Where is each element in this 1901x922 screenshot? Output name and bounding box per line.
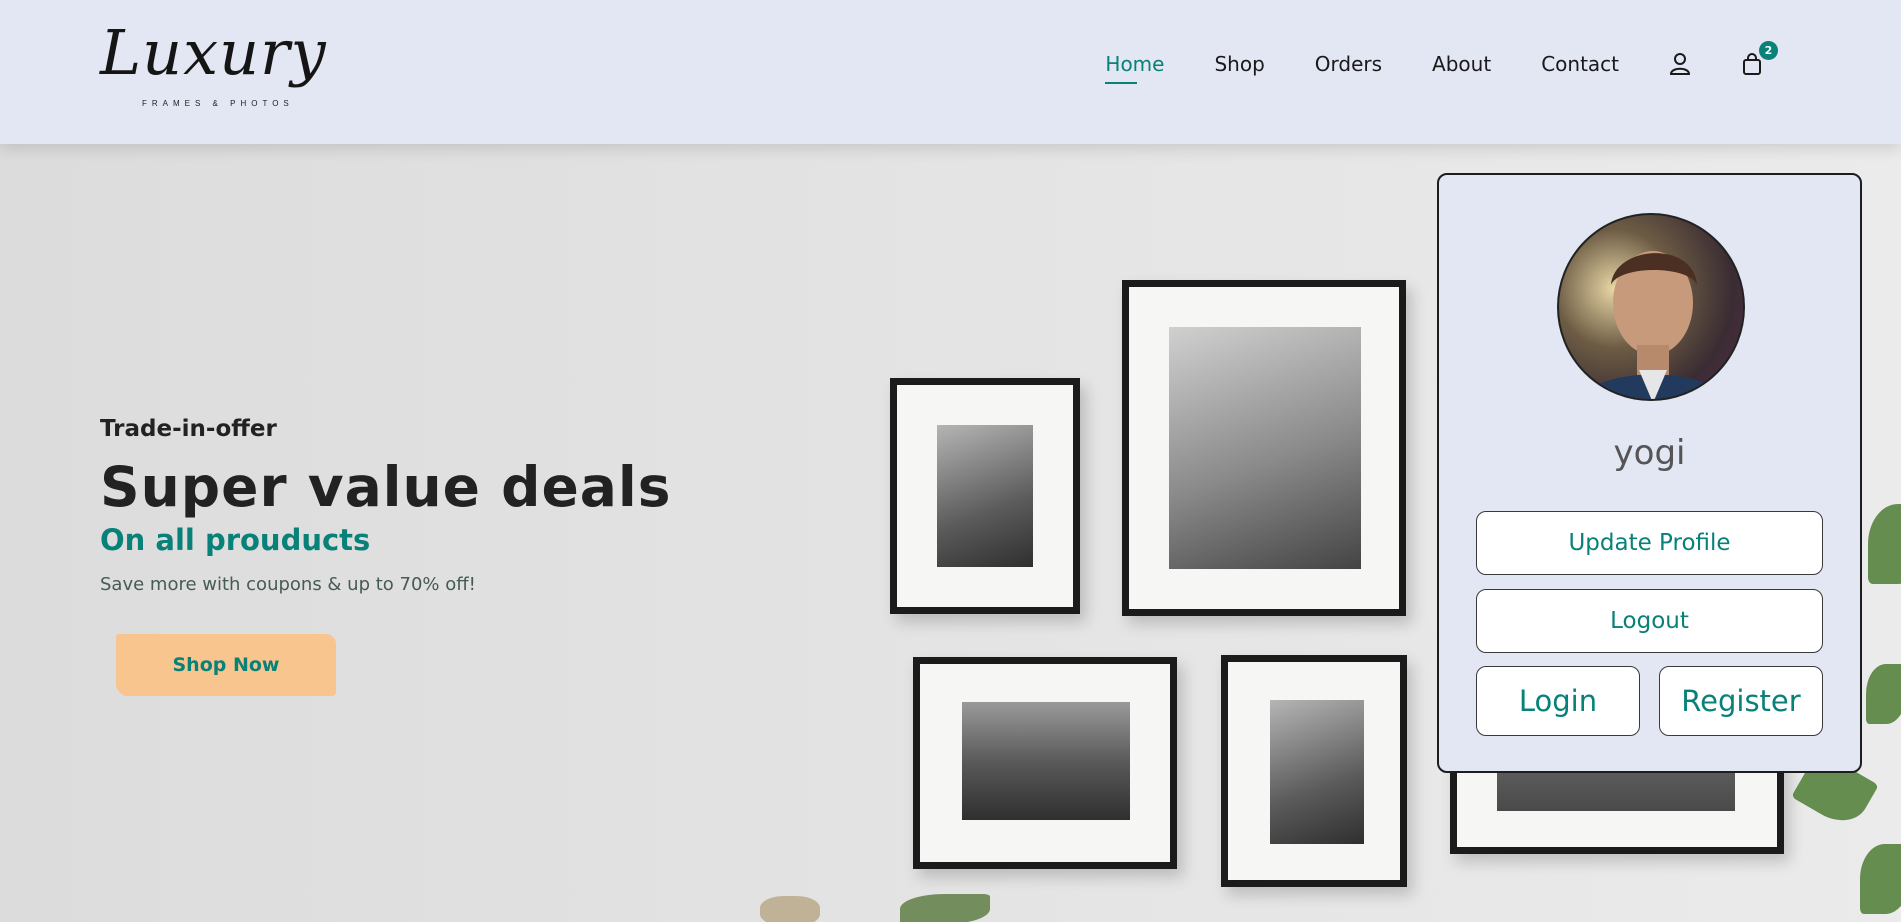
hero-content: Trade-in-offer Super value deals On all … bbox=[100, 416, 672, 696]
cart-count-badge: 2 bbox=[1759, 41, 1778, 60]
login-button[interactable]: Login bbox=[1476, 666, 1640, 736]
frame-child bbox=[1221, 655, 1407, 887]
hero-title: Super value deals bbox=[100, 455, 672, 519]
brand-logo[interactable]: Luxury FRAMES & PHOTOS bbox=[100, 22, 326, 117]
update-profile-button[interactable]: Update Profile bbox=[1476, 511, 1823, 575]
hero-subtitle: On all prouducts bbox=[100, 523, 371, 557]
plant-sprig bbox=[760, 896, 820, 922]
profile-dropdown-card: yogi Update Profile Logout Login Registe… bbox=[1437, 173, 1862, 773]
logout-button[interactable]: Logout bbox=[1476, 589, 1823, 653]
main-nav: Home Shop Orders About Contact 2 bbox=[1055, 41, 1778, 84]
user-icon[interactable] bbox=[1669, 52, 1691, 76]
plant-leaf bbox=[1860, 844, 1901, 914]
shopping-bag-icon[interactable]: 2 bbox=[1741, 41, 1778, 76]
logo-script-text: Luxury bbox=[100, 16, 327, 89]
avatar bbox=[1557, 213, 1745, 401]
plant-sprig bbox=[900, 894, 990, 922]
frame-girl bbox=[1122, 280, 1406, 616]
nav-about[interactable]: About bbox=[1432, 52, 1491, 76]
plant-leaf bbox=[1868, 504, 1901, 584]
nav-contact[interactable]: Contact bbox=[1541, 52, 1619, 76]
profile-username: yogi bbox=[1613, 433, 1686, 473]
frame-mother-baby bbox=[890, 378, 1080, 614]
shop-now-button[interactable]: Shop Now bbox=[116, 634, 336, 696]
nav-shop[interactable]: Shop bbox=[1214, 52, 1264, 76]
nav-orders[interactable]: Orders bbox=[1315, 52, 1382, 76]
plant-leaf bbox=[1866, 664, 1901, 724]
frame-boat bbox=[913, 657, 1177, 869]
logo-subtext: FRAMES & PHOTOS bbox=[142, 99, 294, 108]
hero-description: Save more with coupons & up to 70% off! bbox=[100, 574, 476, 595]
hero-eyebrow: Trade-in-offer bbox=[100, 416, 277, 442]
register-button[interactable]: Register bbox=[1659, 666, 1823, 736]
nav-home[interactable]: Home bbox=[1105, 52, 1164, 84]
site-header: Luxury FRAMES & PHOTOS Home Shop Orders … bbox=[0, 0, 1901, 144]
